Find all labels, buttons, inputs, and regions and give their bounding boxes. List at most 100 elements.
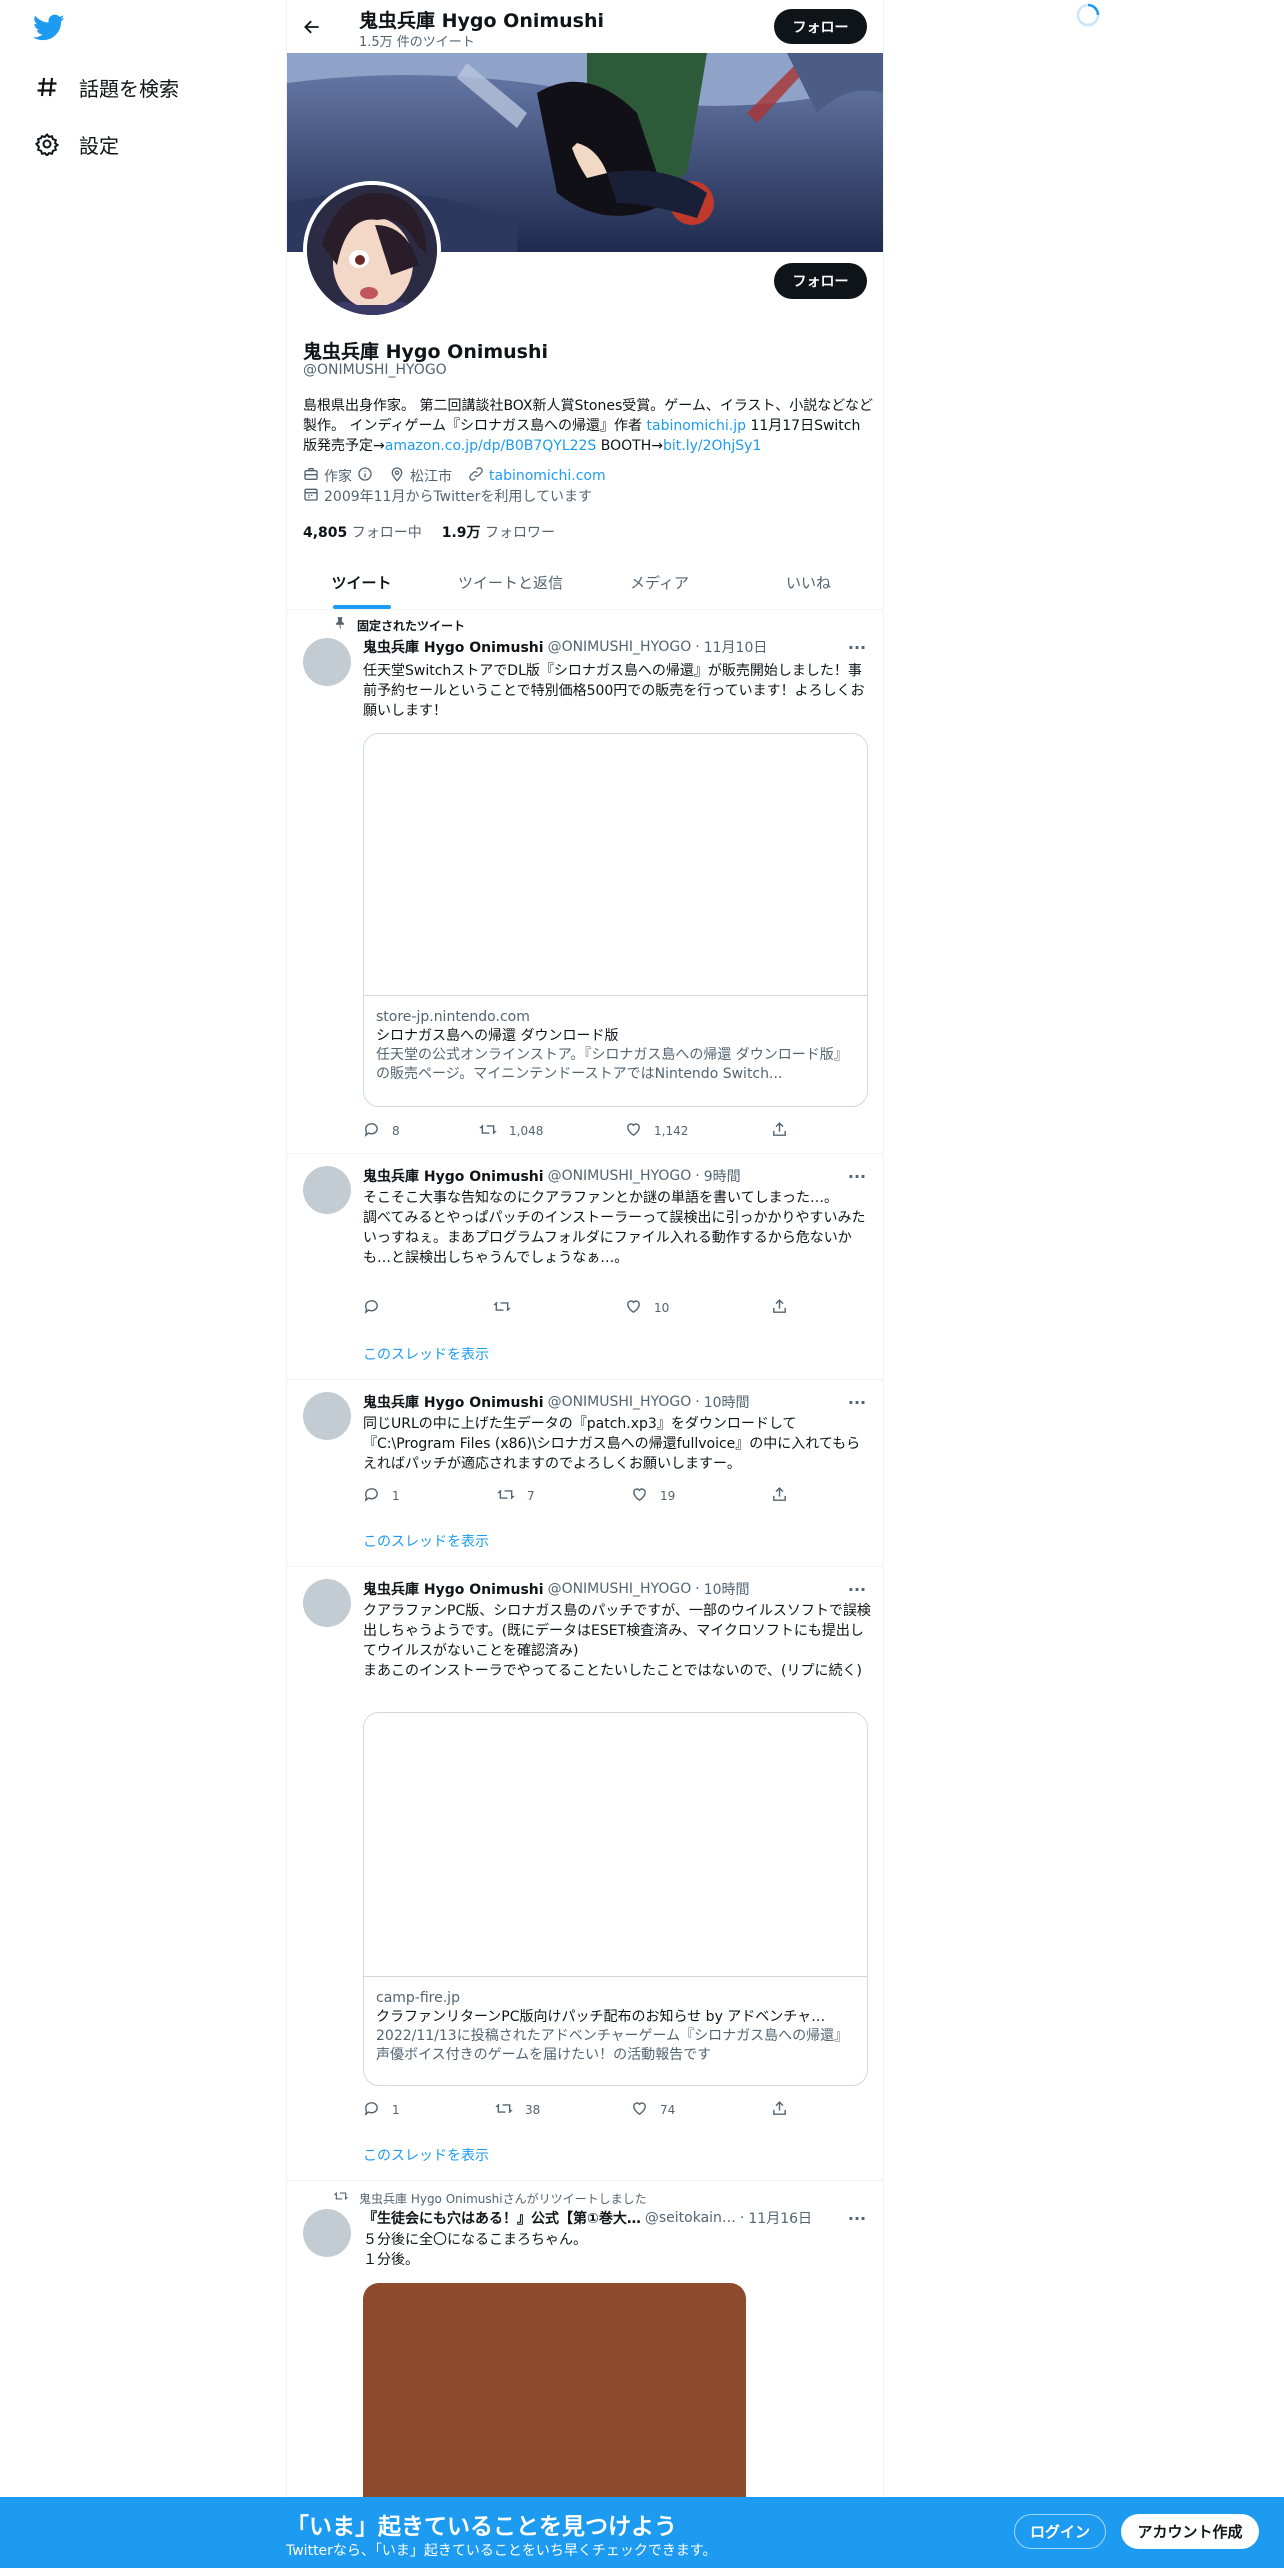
bio-link-tabinomichi[interactable]: tabinomichi.jp xyxy=(647,418,747,434)
back-arrow-icon[interactable] xyxy=(299,14,325,40)
follow-button[interactable]: フォロー xyxy=(774,263,867,299)
profession-text: 作家 xyxy=(324,469,352,485)
tab-tweets-and-replies[interactable]: ツイートと返信 xyxy=(436,556,585,609)
avatar[interactable] xyxy=(303,1579,351,1627)
tweet-actions: 10 xyxy=(363,1298,788,1318)
followers-label: フォロワー xyxy=(485,525,556,541)
tab-media[interactable]: メディア xyxy=(585,556,734,609)
retweet-button[interactable]: 1,048 xyxy=(479,1121,543,1141)
retweet-button[interactable]: 38 xyxy=(495,2100,540,2120)
loading-spinner-icon xyxy=(1075,2,1101,28)
avatar[interactable] xyxy=(303,2209,351,2257)
tweet[interactable]: 固定されたツイート 鬼虫兵庫 Hygo Onimushi @ONIMUSHI_H… xyxy=(287,610,883,1154)
sidebar-item-settings[interactable]: 設定 xyxy=(33,124,119,164)
show-thread-link[interactable]: このスレッドを表示 xyxy=(363,1344,489,1364)
reply-icon xyxy=(363,1298,380,1318)
reply-count: 8 xyxy=(392,1124,400,1138)
briefcase-icon xyxy=(303,466,319,486)
tweet-author-name[interactable]: 鬼虫兵庫 Hygo Onimushi xyxy=(363,1579,544,1599)
gear-icon xyxy=(33,130,61,158)
reply-button[interactable]: 8 xyxy=(363,1121,400,1141)
tweet-author-handle[interactable]: @seitokain… xyxy=(645,2210,736,2226)
tweet-header: 鬼虫兵庫 Hygo Onimushi @ONIMUSHI_HYOGO · 10時… xyxy=(363,1392,750,1412)
tweet-author-name[interactable]: 『生徒会にも穴はある！』公式【第①巻大… xyxy=(363,2208,641,2228)
more-options-icon[interactable]: ··· xyxy=(847,1579,867,1599)
like-button[interactable]: 74 xyxy=(631,2100,675,2120)
pinned-label: 固定されたツイート xyxy=(357,618,466,633)
sidebar-item-explore[interactable]: 話題を検索 xyxy=(33,67,179,107)
tweet-count: 1.5万 件のツイート xyxy=(359,35,475,50)
avatar[interactable] xyxy=(303,1166,351,1214)
profile-avatar[interactable] xyxy=(303,181,441,319)
tweet-author-name[interactable]: 鬼虫兵庫 Hygo Onimushi xyxy=(363,637,544,657)
tweet[interactable]: 鬼虫兵庫 Hygo Onimushi @ONIMUSHI_HYOGO · 10時… xyxy=(287,1567,883,2181)
tweet-text: そこそこ大事な告知なのにクアラファンとか謎の単語を書いてしまった…。 調べてみる… xyxy=(363,1190,866,1266)
retweet-button[interactable]: 7 xyxy=(497,1486,535,1506)
info-icon[interactable] xyxy=(357,466,373,486)
share-button[interactable] xyxy=(771,1486,788,1506)
tweet[interactable]: 鬼虫兵庫 Hygo Onimushi @ONIMUSHI_HYOGO · 9時間… xyxy=(287,1154,883,1380)
link-card[interactable]: store-jp.nintendo.com シロナガス島への帰還 ダウンロード版… xyxy=(363,733,868,1107)
heart-icon xyxy=(631,2100,648,2120)
tab-tweets[interactable]: ツイート xyxy=(287,556,436,609)
show-thread-link[interactable]: このスレッドを表示 xyxy=(363,2145,489,2165)
main-column: 鬼虫兵庫 Hygo Onimushi 1.5万 件のツイート フォロー フォロー… xyxy=(286,0,884,2568)
more-options-icon[interactable]: ··· xyxy=(847,1392,867,1412)
retweet-icon xyxy=(497,1486,515,1506)
share-icon xyxy=(771,1486,788,1506)
tweet-author-handle[interactable]: @ONIMUSHI_HYOGO xyxy=(548,639,692,655)
tweet-author-handle[interactable]: @ONIMUSHI_HYOGO xyxy=(548,1581,692,1597)
share-button[interactable] xyxy=(771,2100,788,2120)
reply-count: 1 xyxy=(392,2103,400,2117)
like-button[interactable]: 19 xyxy=(631,1486,675,1506)
more-options-icon[interactable]: ··· xyxy=(847,637,867,657)
more-options-icon[interactable]: ··· xyxy=(847,2208,867,2228)
tweet-actions: 1 38 74 xyxy=(363,2100,788,2120)
hash-icon xyxy=(33,73,61,101)
like-button[interactable]: 10 xyxy=(625,1298,669,1318)
tweet-header: 鬼虫兵庫 Hygo Onimushi @ONIMUSHI_HYOGO · 9時間 xyxy=(363,1166,741,1186)
like-count: 1,142 xyxy=(654,1124,689,1138)
tweet-time[interactable]: 10時間 xyxy=(704,1579,750,1599)
tweet-time[interactable]: 9時間 xyxy=(704,1166,741,1186)
profession-item: 作家 xyxy=(303,466,373,486)
like-button[interactable]: 1,142 xyxy=(625,1121,688,1141)
reply-button[interactable]: 1 xyxy=(363,2100,400,2120)
tweet-author-name[interactable]: 鬼虫兵庫 Hygo Onimushi xyxy=(363,1166,544,1186)
share-button[interactable] xyxy=(771,1121,788,1141)
signup-button[interactable]: アカウント作成 xyxy=(1121,2514,1259,2549)
following-link[interactable]: 4,805 フォロー中 xyxy=(303,522,422,542)
followers-link[interactable]: 1.9万 フォロワー xyxy=(442,522,555,542)
tab-likes[interactable]: いいね xyxy=(734,556,883,609)
reply-button[interactable]: 1 xyxy=(363,1486,400,1506)
avatar[interactable] xyxy=(303,638,351,686)
avatar[interactable] xyxy=(303,1392,351,1440)
link-icon xyxy=(468,466,484,486)
retweet-count: 1,048 xyxy=(509,1124,544,1138)
tweet-text: 同じURLの中に上げた生データの『patch.xp3』をダウンロードして『C:\… xyxy=(363,1416,861,1472)
tweet-author-name[interactable]: 鬼虫兵庫 Hygo Onimushi xyxy=(363,1392,544,1412)
login-button[interactable]: ログイン xyxy=(1014,2514,1106,2549)
share-button[interactable] xyxy=(771,1298,788,1318)
retweet-context: 鬼虫兵庫 Hygo Onimushiさんがリツイートしました xyxy=(333,2189,647,2207)
twitter-logo-icon[interactable] xyxy=(33,14,65,42)
link-card[interactable]: camp-fire.jp クラファンリターンPC版向けパッチ配布のお知らせ by… xyxy=(363,1712,868,2086)
show-thread-link[interactable]: このスレッドを表示 xyxy=(363,1531,489,1551)
bio-link-booth[interactable]: bit.ly/2OhjSy1 xyxy=(663,438,761,454)
website-link[interactable]: tabinomichi.com xyxy=(489,468,606,484)
tweet[interactable]: 鬼虫兵庫 Hygo Onimushi @ONIMUSHI_HYOGO · 10時… xyxy=(287,1380,883,1567)
tweet-time[interactable]: 11月10日 xyxy=(704,637,768,657)
retweet-button[interactable] xyxy=(493,1298,523,1318)
header-follow-button[interactable]: フォロー xyxy=(774,9,867,44)
tweet-time[interactable]: 11月16日 xyxy=(748,2208,812,2228)
card-image xyxy=(364,1713,867,1977)
card-domain: store-jp.nintendo.com xyxy=(376,1009,530,1025)
reply-button[interactable] xyxy=(363,1298,392,1318)
tweet-author-handle[interactable]: @ONIMUSHI_HYOGO xyxy=(548,1394,692,1410)
retweeted-by-label[interactable]: 鬼虫兵庫 Hygo Onimushiさんがリツイートしました xyxy=(359,2190,647,2207)
more-options-icon[interactable]: ··· xyxy=(847,1166,867,1186)
tweet-author-handle[interactable]: @ONIMUSHI_HYOGO xyxy=(548,1168,692,1184)
bio-link-amazon[interactable]: amazon.co.jp/dp/B0B7QYL22S xyxy=(385,438,597,454)
tweet-time[interactable]: 10時間 xyxy=(704,1392,750,1412)
share-icon xyxy=(771,1121,788,1141)
